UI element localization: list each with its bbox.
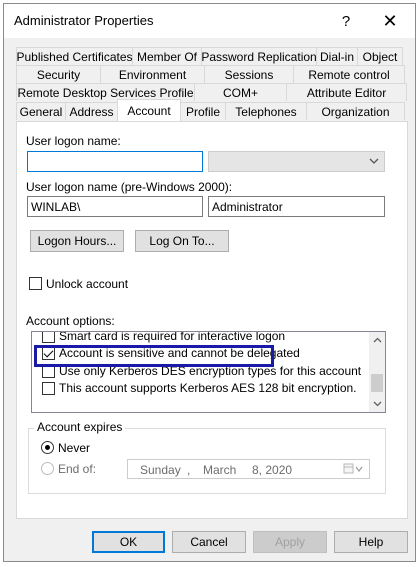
question-mark-icon: ? <box>341 12 351 30</box>
domain-prefix-field: WINLAB\ <box>27 196 203 217</box>
tab-com-plus[interactable]: COM+ <box>194 83 287 101</box>
close-button[interactable]: ✕ <box>368 4 412 38</box>
properties-dialog: Administrator Properties ? ✕ Published C… <box>3 3 416 562</box>
apply-button[interactable]: Apply <box>253 531 327 553</box>
tab-organization[interactable]: Organization <box>306 102 405 120</box>
account-options-list[interactable]: Smart card is required for interactive l… <box>31 331 386 413</box>
help-button[interactable]: Help <box>334 531 408 553</box>
tab-object[interactable]: Object <box>357 47 403 65</box>
tab-security[interactable]: Security <box>16 65 101 83</box>
logon-hours-button[interactable]: Logon Hours... <box>30 230 124 252</box>
date-month: March <box>203 463 237 477</box>
calendar-dropdown-icon[interactable] <box>343 462 365 476</box>
tab-password-replication[interactable]: Password Replication <box>201 47 317 65</box>
dialog-title: Administrator Properties <box>14 13 154 28</box>
scroll-thumb[interactable] <box>371 374 383 392</box>
unlock-account-label: Unlock account <box>46 277 129 291</box>
option-label: Smart card is required for interactive l… <box>59 331 286 343</box>
end-of-date-picker[interactable]: Sunday , March 8, 2020 <box>127 459 370 479</box>
tab-account[interactable]: Account <box>117 99 181 121</box>
upn-suffix-dropdown[interactable] <box>208 151 385 172</box>
unlock-account-checkbox[interactable] <box>29 277 42 290</box>
chevron-down-icon <box>369 158 379 164</box>
ok-button[interactable]: OK <box>92 531 165 553</box>
tab-member-of[interactable]: Member Of <box>132 47 202 65</box>
tab-general[interactable]: General <box>16 102 66 120</box>
tab-address[interactable]: Address <box>65 102 118 120</box>
account-options-label: Account options: <box>26 314 115 328</box>
date-separator: , <box>187 463 191 477</box>
kerberos-aes128-checkbox[interactable] <box>42 382 55 395</box>
date-weekday: Sunday <box>140 463 181 477</box>
end-of-radio[interactable] <box>41 462 54 475</box>
chevron-up-icon <box>373 337 381 343</box>
chevron-down-icon <box>373 401 381 407</box>
smart-card-checkbox[interactable] <box>42 332 55 343</box>
tab-row-4: General Address Account Profile Telephon… <box>16 99 405 121</box>
never-radio[interactable] <box>41 441 54 454</box>
option-label: This account supports Kerberos AES 128 b… <box>59 381 357 395</box>
help-title-button[interactable]: ? <box>324 4 368 38</box>
scroll-down-button[interactable] <box>369 396 385 412</box>
never-label: Never <box>58 441 91 455</box>
tab-row-3: Remote Desktop Services Profile COM+ Att… <box>16 83 407 101</box>
options-scrollbar[interactable] <box>369 332 385 412</box>
tab-row-1: Published Certificates Member Of Passwor… <box>16 47 403 65</box>
tab-telephones[interactable]: Telephones <box>225 102 307 120</box>
close-icon: ✕ <box>382 10 398 31</box>
pre-windows-2000-label: User logon name (pre-Windows 2000): <box>26 180 233 194</box>
tab-sessions[interactable]: Sessions <box>204 65 294 83</box>
tab-environment[interactable]: Environment <box>100 65 205 83</box>
user-logon-name-input[interactable] <box>27 151 203 172</box>
scroll-up-button[interactable] <box>369 332 385 348</box>
log-on-to-button[interactable]: Log On To... <box>135 230 229 252</box>
pre-windows-2000-input[interactable]: Administrator <box>208 196 385 217</box>
date-day-year: 8, 2020 <box>252 463 293 477</box>
cancel-button[interactable]: Cancel <box>172 531 246 553</box>
highlight-box <box>34 345 274 367</box>
user-logon-name-label: User logon name: <box>26 134 121 148</box>
account-tab-panel: User logon name: User logon name (pre-Wi… <box>16 121 408 519</box>
tab-published-certificates[interactable]: Published Certificates <box>16 47 133 65</box>
end-of-label: End of: <box>58 462 97 476</box>
tab-attribute-editor[interactable]: Attribute Editor <box>286 83 407 101</box>
tab-row-2: Security Environment Sessions Remote con… <box>16 65 405 83</box>
tab-remote-control[interactable]: Remote control <box>293 65 405 83</box>
tab-dial-in[interactable]: Dial-in <box>316 47 358 65</box>
account-expires-label: Account expires <box>34 420 126 434</box>
tab-profile[interactable]: Profile <box>180 102 226 120</box>
title-bar: Administrator Properties ? ✕ <box>4 4 415 38</box>
